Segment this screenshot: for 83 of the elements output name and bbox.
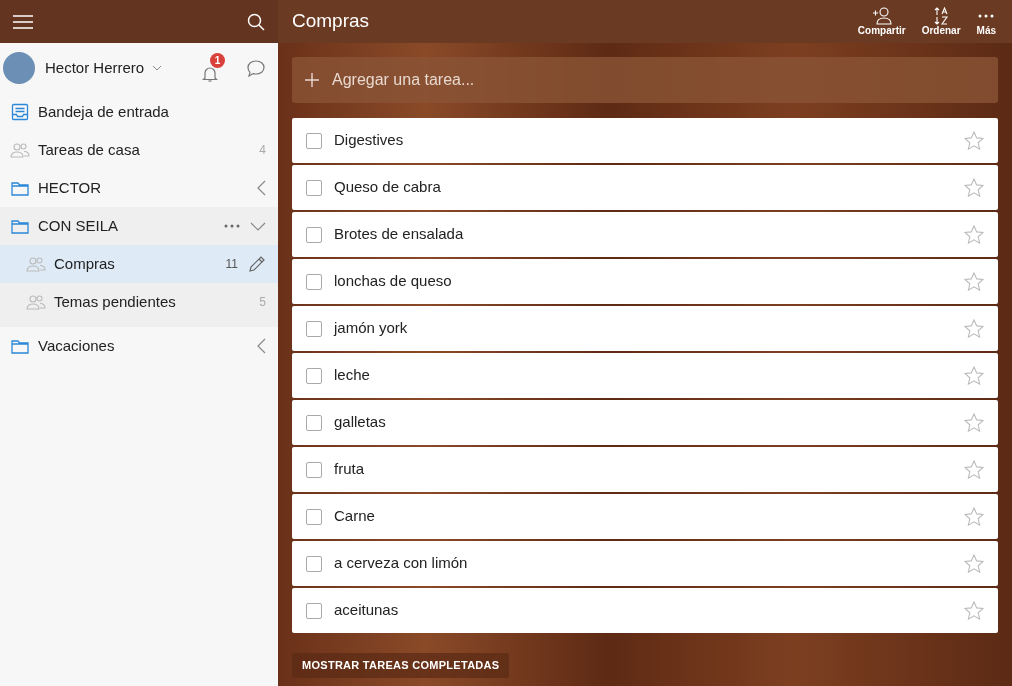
task-row[interactable]: Brotes de ensalada xyxy=(292,212,998,257)
sidebar-item[interactable]: Bandeja de entrada xyxy=(0,93,278,131)
task-title: Queso de cabra xyxy=(334,177,441,198)
task-row[interactable]: Queso de cabra xyxy=(292,165,998,210)
item-count: 4 xyxy=(259,142,266,159)
inbox-icon xyxy=(11,103,29,121)
task-title: jamón york xyxy=(334,318,408,339)
task-row[interactable]: aceitunas xyxy=(292,588,998,633)
user-menu[interactable]: Hector Herrero xyxy=(45,56,163,80)
checkbox[interactable] xyxy=(306,508,322,525)
task-title: galletas xyxy=(334,412,386,433)
checkbox[interactable] xyxy=(306,132,322,149)
task-row[interactable]: fruta xyxy=(292,447,998,492)
chevron-left-icon[interactable] xyxy=(257,338,266,354)
star-icon[interactable] xyxy=(964,131,984,150)
task-row[interactable]: leche xyxy=(292,353,998,398)
avatar[interactable] xyxy=(3,52,35,84)
sidebar-item[interactable]: CON SEILA xyxy=(0,207,278,245)
more-icon xyxy=(978,13,995,18)
star-icon[interactable] xyxy=(964,554,984,573)
folder-icon xyxy=(11,338,29,354)
sidebar-item[interactable]: Vacaciones xyxy=(0,327,278,365)
folder-icon xyxy=(11,218,29,234)
task-row[interactable]: Digestives xyxy=(292,118,998,163)
task-title: Digestives xyxy=(334,130,404,151)
checkbox[interactable] xyxy=(306,414,322,431)
checkbox[interactable] xyxy=(306,273,322,290)
checkbox[interactable] xyxy=(306,367,322,384)
task-title: aceitunas xyxy=(334,600,399,621)
task-row[interactable]: a cerveza con limón xyxy=(292,541,998,586)
list-title: Compras xyxy=(292,9,370,34)
plus-icon xyxy=(305,73,319,87)
add-person-icon xyxy=(871,6,892,25)
item-count: 11 xyxy=(225,256,238,273)
task-title: Carne xyxy=(334,506,375,527)
folder-icon xyxy=(11,180,29,196)
speech-bubble-icon xyxy=(247,59,265,77)
checkbox[interactable] xyxy=(306,602,322,619)
item-count: 5 xyxy=(259,294,266,311)
task-row[interactable]: galletas xyxy=(292,400,998,445)
checkbox[interactable] xyxy=(306,179,322,196)
star-icon[interactable] xyxy=(964,178,984,197)
star-icon[interactable] xyxy=(964,601,984,620)
checkbox[interactable] xyxy=(306,226,322,243)
task-row[interactable]: jamón york xyxy=(292,306,998,351)
share-button[interactable]: Compartir xyxy=(855,6,908,37)
star-icon[interactable] xyxy=(964,507,984,526)
sort-button[interactable]: Ordenar xyxy=(919,6,963,37)
checkbox[interactable] xyxy=(306,320,322,337)
notifications-button[interactable]: 1 xyxy=(201,53,225,83)
sort-icon xyxy=(933,6,950,25)
people-icon xyxy=(26,256,46,272)
star-icon[interactable] xyxy=(964,272,984,291)
chevron-down-icon xyxy=(152,65,163,71)
notification-badge: 1 xyxy=(210,53,225,68)
star-icon[interactable] xyxy=(964,366,984,385)
chevron-down-icon[interactable] xyxy=(250,221,266,231)
more-icon[interactable] xyxy=(224,224,240,228)
task-title: fruta xyxy=(334,459,364,480)
checkbox[interactable] xyxy=(306,555,322,572)
chevron-left-icon[interactable] xyxy=(257,180,266,196)
star-icon[interactable] xyxy=(964,225,984,244)
star-icon[interactable] xyxy=(964,460,984,479)
checkbox[interactable] xyxy=(306,461,322,478)
sidebar-item[interactable]: Compras 11 xyxy=(0,245,278,283)
bell-icon xyxy=(201,65,219,83)
task-title: lonchas de queso xyxy=(334,271,452,292)
task-title: a cerveza con limón xyxy=(334,553,468,574)
star-icon[interactable] xyxy=(964,319,984,338)
sidebar-item[interactable]: HECTOR xyxy=(0,169,278,207)
sidebar-item[interactable]: Tareas de casa 4 xyxy=(0,131,278,169)
task-row[interactable]: Carne xyxy=(292,494,998,539)
pencil-icon[interactable] xyxy=(248,255,266,273)
task-title: leche xyxy=(334,365,370,386)
task-row[interactable]: lonchas de queso xyxy=(292,259,998,304)
add-task-field[interactable]: Agregar una tarea... xyxy=(292,57,998,103)
people-icon xyxy=(10,142,30,158)
chat-button[interactable] xyxy=(247,59,265,77)
more-button[interactable]: Más xyxy=(974,6,998,37)
task-title: Brotes de ensalada xyxy=(334,224,464,245)
star-icon[interactable] xyxy=(964,413,984,432)
people-icon xyxy=(26,294,46,310)
show-completed-button[interactable]: MOSTRAR TAREAS COMPLETADAS xyxy=(292,653,510,678)
